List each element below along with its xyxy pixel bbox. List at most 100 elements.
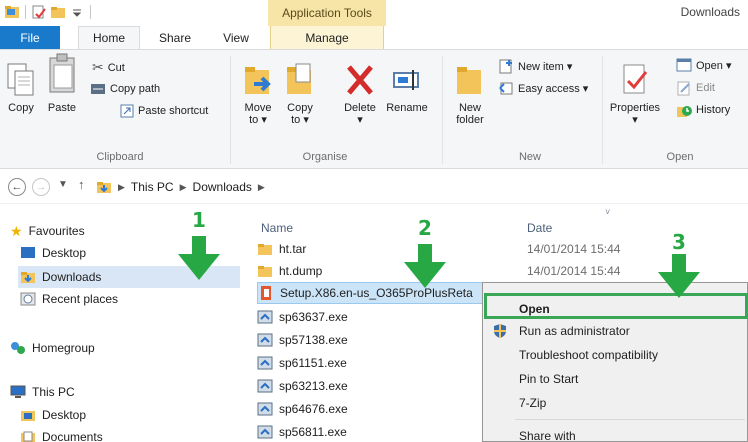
copy-label: Copy xyxy=(8,102,34,114)
nav-this-pc-label: This PC xyxy=(32,385,75,399)
tab-home[interactable]: Home xyxy=(78,26,140,49)
list-item-selected[interactable]: Setup.X86.en-us_O365ProPlusReta xyxy=(257,282,507,304)
annotation-step-2: 2 xyxy=(418,216,432,240)
sort-indicator-icon: ˅ xyxy=(605,207,611,217)
copy-button[interactable]: Copy xyxy=(2,62,40,114)
new-folder-label: New xyxy=(458,102,481,114)
address-row: ← → ▼ ↑ ▶ This PC ▶ Downloads ▶ xyxy=(0,170,748,204)
forward-button[interactable]: → xyxy=(32,178,50,196)
annotation-arrow-1-icon xyxy=(178,236,220,280)
column-header-name[interactable]: Name xyxy=(261,221,293,235)
nav-recent-places[interactable]: Recent places xyxy=(20,288,118,310)
back-button[interactable]: ← xyxy=(8,178,26,196)
menu-item-share-with[interactable]: Share with xyxy=(483,424,747,442)
copy-to-button[interactable]: Copy to ▾ xyxy=(282,62,318,126)
desktop-folder-icon xyxy=(21,411,35,421)
list-item[interactable]: sp56811.exe xyxy=(257,421,347,442)
application-tools-header: Application Tools xyxy=(268,0,386,26)
tab-share[interactable]: Share xyxy=(150,26,200,49)
nav-documents[interactable]: Documents xyxy=(20,426,103,442)
file-name: sp63637.exe xyxy=(279,310,348,324)
menu-item-7zip[interactable]: 7-Zip xyxy=(483,391,747,415)
nav-desktop[interactable]: Desktop xyxy=(20,242,86,264)
move-to-label-2: to ▾ xyxy=(249,114,267,126)
file-name: ht.dump xyxy=(279,264,323,278)
nav-downloads-label: Downloads xyxy=(42,270,102,284)
paste-button[interactable]: Paste xyxy=(42,52,82,114)
breadcrumb-chevron-icon: ▶ xyxy=(257,181,265,192)
file-name: Setup.X86.en-us_O365ProPlusReta xyxy=(280,286,473,300)
properties-caret: ▾ xyxy=(632,114,638,126)
paste-shortcut-button[interactable]: Paste shortcut xyxy=(120,104,208,118)
annotation-step-3: 3 xyxy=(672,230,686,254)
new-folder-button[interactable]: New folder xyxy=(450,62,490,126)
column-header-date[interactable]: Date xyxy=(527,221,552,235)
history-button[interactable]: History xyxy=(676,102,730,118)
up-arrow-icon[interactable]: ↑ xyxy=(78,177,85,192)
qat-dropdown-icon[interactable] xyxy=(69,4,85,20)
list-item[interactable]: sp64676.exe xyxy=(257,398,348,420)
nav-pc-desktop-label: Desktop xyxy=(42,408,87,422)
office-icon xyxy=(261,286,271,300)
properties-button[interactable]: Properties ▾ xyxy=(606,62,664,126)
file-name: sp61151.exe xyxy=(279,356,347,370)
nav-homegroup-label: Homegroup xyxy=(32,341,95,355)
installer-icon xyxy=(257,333,273,347)
copy-path-button[interactable]: Copy path xyxy=(90,82,160,96)
installer-icon xyxy=(257,356,273,370)
ribbon: Copy Paste ✂ Cut Copy path Paste shortcu… xyxy=(0,49,748,169)
list-item[interactable]: sp61151.exe xyxy=(257,352,347,374)
history-label: History xyxy=(696,104,731,116)
ribbon-tabs: File Home Share View Manage xyxy=(0,26,748,49)
rename-button[interactable]: Rename xyxy=(384,62,430,114)
delete-button[interactable]: Delete ▾ xyxy=(338,62,382,126)
nav-pc-desktop[interactable]: Desktop xyxy=(20,404,86,426)
nav-this-pc[interactable]: This PC xyxy=(10,381,75,403)
annotation-arrow-3-icon xyxy=(658,254,700,298)
new-folder-qat-icon[interactable] xyxy=(50,4,66,20)
breadcrumb-downloads[interactable]: Downloads xyxy=(193,180,252,194)
clipboard-group-label: Clipboard xyxy=(96,151,144,163)
easy-access-icon xyxy=(499,82,513,95)
nav-favourites[interactable]: ★ Favourites xyxy=(10,220,85,242)
move-to-button[interactable]: Move to ▾ xyxy=(240,62,276,126)
edit-label: Edit xyxy=(696,82,715,94)
menu-item-pin-to-start[interactable]: Pin to Start xyxy=(483,367,747,391)
list-item[interactable]: sp63637.exe xyxy=(257,306,348,328)
cut-button[interactable]: ✂ Cut xyxy=(92,59,125,76)
nav-desktop-label: Desktop xyxy=(42,246,87,260)
edit-button[interactable]: Edit xyxy=(676,80,715,96)
downloads-folder-icon xyxy=(97,182,111,193)
breadcrumb-this-pc[interactable]: This PC xyxy=(131,180,174,194)
list-item[interactable]: ht.dump xyxy=(257,260,322,282)
easy-access-label: Easy access ▾ xyxy=(518,82,589,95)
list-item[interactable]: ht.tar xyxy=(257,238,306,260)
menu-item-troubleshoot[interactable]: Troubleshoot compatibility xyxy=(483,343,747,367)
delete-x-icon xyxy=(347,65,373,95)
folder-app-icon[interactable] xyxy=(4,4,20,20)
folder-icon xyxy=(258,266,272,277)
file-name: sp63213.exe xyxy=(279,379,348,393)
new-item-button[interactable]: New item ▾ xyxy=(498,58,572,74)
scissors-icon: ✂ xyxy=(92,59,104,75)
paste-shortcut-icon xyxy=(120,104,134,118)
file-name: sp56811.exe xyxy=(279,425,347,439)
tab-manage[interactable]: Manage xyxy=(270,26,384,49)
easy-access-button[interactable]: Easy access ▾ xyxy=(498,80,588,96)
breadcrumb-chevron-icon: ▶ xyxy=(118,181,125,192)
menu-item-run-as-admin[interactable]: Run as administrator xyxy=(483,319,747,343)
properties-icon xyxy=(623,64,648,94)
properties-qat-icon[interactable] xyxy=(31,4,47,20)
recent-locations-chevron-icon[interactable]: ▼ xyxy=(58,179,68,190)
list-item[interactable]: sp63213.exe xyxy=(257,375,348,397)
computer-icon xyxy=(10,385,26,398)
copy-to-label: Copy xyxy=(287,102,313,114)
tab-file[interactable]: File xyxy=(0,26,60,49)
run-as-admin-label: Run as administrator xyxy=(519,324,630,338)
open-dropdown-button[interactable]: Open ▾ xyxy=(676,58,732,72)
file-name: sp64676.exe xyxy=(279,402,348,416)
nav-homegroup[interactable]: Homegroup xyxy=(10,337,95,359)
tab-view[interactable]: View xyxy=(212,26,260,49)
annotation-arrow-2-icon xyxy=(404,244,446,288)
list-item[interactable]: sp57138.exe xyxy=(257,329,348,351)
